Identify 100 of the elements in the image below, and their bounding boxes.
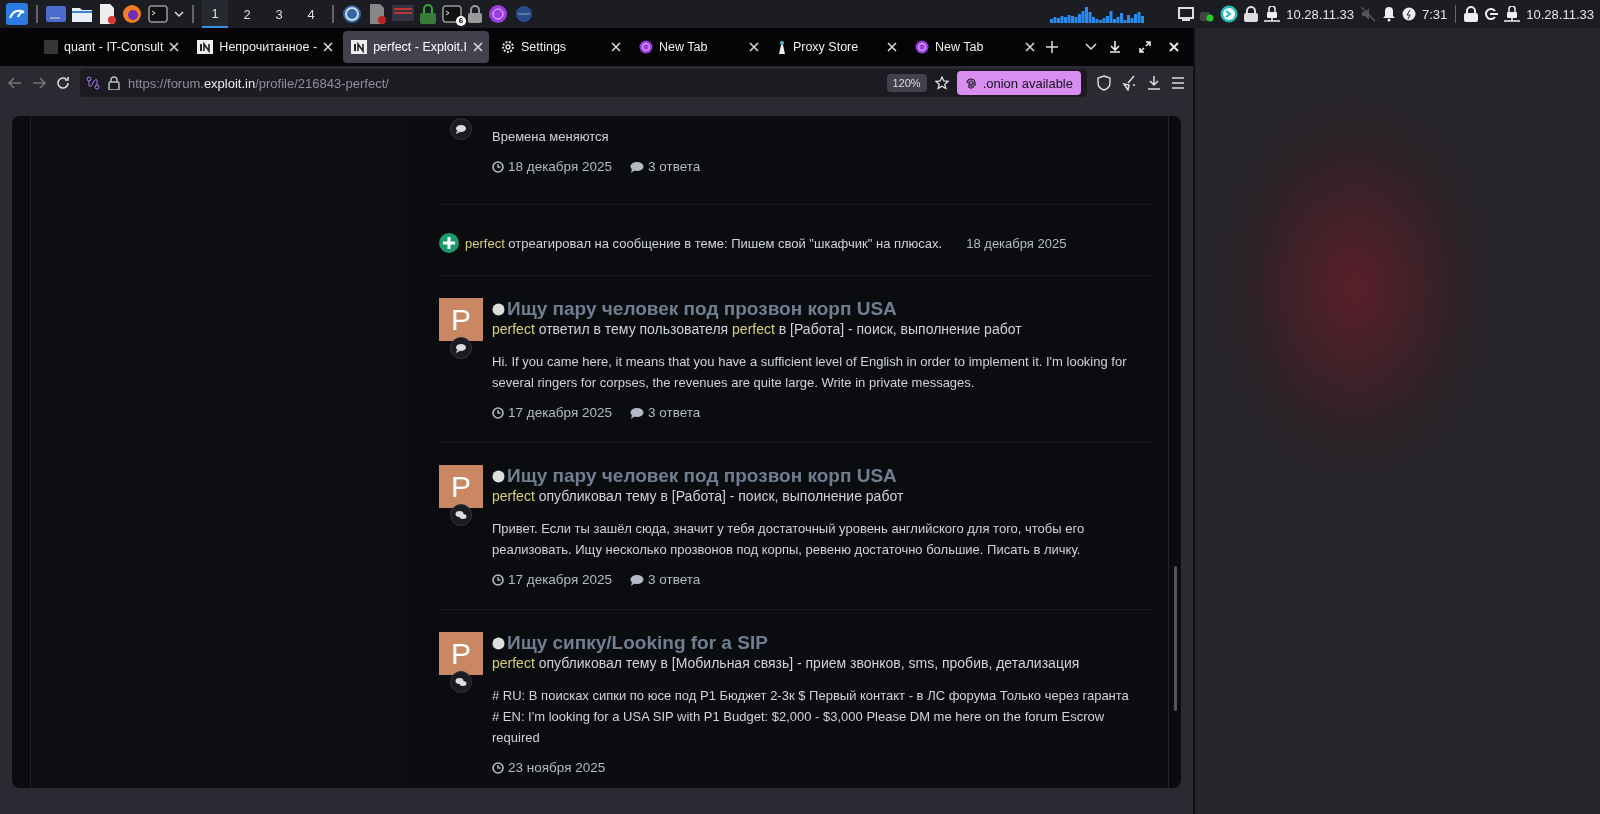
tab-title: Settings [520,40,568,54]
globe-icon[interactable] [342,4,362,24]
user-link[interactable]: perfect [492,655,535,671]
user-link[interactable]: perfect [732,321,775,337]
reaction-text: perfect отреагировал на сообщение в теме: Пишем свой "шкафчик" на плюсах. [465,235,943,251]
onion-icon [914,40,929,54]
dot-icon [492,636,505,650]
zoom-level[interactable]: 120% [886,74,927,92]
avatar: P [439,632,483,675]
post-excerpt: Привет. Если ты зашёл сюда, значит у тебя достаточный уровень английского для того, чтобы его реализовать. Ищу несколько прозвонов под корпы, ревеню достаточно большие. Писать в личку. [492,520,1086,559]
post-date: 23 ноября 2025 [492,760,606,775]
close-icon[interactable] [610,42,621,52]
workspace-button[interactable]: 1 [202,0,228,28]
browser-icon[interactable] [122,4,142,24]
back-arrow-icon[interactable] [8,77,22,89]
clock-icon [492,573,504,586]
post-date: 17 декабря 2025 [492,405,613,420]
browser-tab[interactable]: Settings [492,31,627,63]
plus-icon[interactable] [1044,40,1059,54]
settings-icon [500,40,515,54]
topic-title-link[interactable]: Ищу пару человек под прозвон корп USA [507,465,897,487]
post-excerpt: Hi. If you came here, it means that you have a sufficient level of English in order to implement it. I'm looking for several ringers for corpses, the revenues are quite large. Write in private messages. [492,353,1128,392]
avatar: P [439,298,483,341]
avatar: P [439,465,483,508]
logout-icon[interactable] [1484,7,1499,21]
speech-bubbles-icon [450,504,472,526]
terminal-icon[interactable] [148,5,168,23]
close-icon[interactable] [472,42,483,52]
reply-count[interactable]: 3 ответа [630,572,701,587]
clock-icon [492,761,504,774]
download-icon[interactable] [1109,41,1121,53]
square-icon [44,40,58,54]
user-link[interactable]: perfect [492,488,535,504]
folder-icon[interactable] [72,6,92,22]
shield-icon[interactable] [1097,75,1111,91]
browser-tab[interactable]: Proxy Store [768,31,903,63]
onion-icon [638,40,653,54]
reply-count[interactable]: 3 ответа [630,159,701,174]
speech-bubble-icon [450,118,472,140]
reply-count[interactable]: 3 ответа [630,405,701,420]
network-lock-icon[interactable] [1264,6,1281,22]
onion-available-button[interactable]: .onion available [956,71,1081,95]
download-icon[interactable] [1147,76,1161,90]
address-bar[interactable]: https://forum.exploit.in/profile/216843-perfect/ 120% .onion available [80,69,1087,97]
ip-address: 10.28.11.33 [1286,6,1354,22]
forward-arrow-icon[interactable] [32,77,46,89]
activity-date: 18 декабря 2025 [966,235,1067,251]
document-icon[interactable] [98,4,116,24]
tab-title: Proxy Store [792,40,860,54]
browser-tab[interactable]: New Tab [906,31,1041,63]
star-icon[interactable] [934,76,949,90]
post-excerpt: # RU: В поисках сипки по юсе под P1 Бюджет 2-3к $ Первый контакт - в ЛС форума Только через гаранта # EN: I'm looking for a USA SIP with P1 Budget: $2,000 - $3,000 Please DM me here on the forum Escrow required [492,687,1130,747]
close-icon[interactable] [1024,42,1035,52]
reload-icon[interactable] [56,76,70,90]
tab-title: perfect - Exploit.I [373,40,467,54]
workspace-button[interactable]: 3 [266,0,292,28]
close-icon[interactable] [886,42,897,52]
close-icon[interactable] [748,42,759,52]
post-date: 17 декабря 2025 [492,572,613,587]
figure-icon [776,40,787,54]
chat-icon [630,160,645,173]
activity-description: perfect ответил в тему пользователя perfect в [Работа] - поиск, выполнение работ [492,321,1023,337]
workspace-button[interactable]: 2 [234,0,260,28]
topic-title-link[interactable]: Ищу пару человек под прозвон корп USA [507,298,897,320]
menu-icon[interactable] [1171,77,1185,89]
topic-title-link[interactable]: Ищу сипку/Looking for a SIP [507,632,768,654]
activity-description: perfect опубликовал тему в [Мобильная связь] - прием звонков, sms, пробив, детализация [492,655,1081,671]
tab-title: New Tab [934,40,985,54]
workspace-button[interactable]: 4 [298,0,324,28]
terminal-icon[interactable] [442,5,462,23]
onion-icon[interactable] [488,4,508,24]
site-logo-icon [197,40,214,54]
clock: 7:31 [1421,6,1448,22]
close-icon[interactable] [1169,42,1179,52]
browser-tab[interactable]: Непрочитанное - [189,31,340,63]
browser-tab[interactable]: New Tab [630,31,765,63]
user-link[interactable]: perfect [465,235,505,251]
network-lock-icon[interactable] [1504,6,1521,22]
tab-title: quant - IT-Consult [64,40,164,54]
user-link[interactable]: perfect [492,321,535,337]
close-icon[interactable] [169,42,180,52]
close-icon[interactable] [323,42,334,52]
dot-icon [492,469,505,483]
chevron-down-icon[interactable] [1084,43,1097,51]
ip-address: 10.28.11.33 [1526,6,1594,22]
site-logo-icon [351,40,368,54]
post-date: 18 декабря 2025 [492,159,613,174]
browser-tab[interactable]: quant - IT-Consult [36,31,186,63]
url-text: https://forum.exploit.in/profile/216843-perfect/ [128,75,389,91]
post-excerpt: Времена меняются [492,128,610,146]
plus-circle-icon [439,233,459,253]
browser-tab[interactable]: perfect - Exploit.I [343,31,489,63]
chevron-down-icon[interactable] [174,10,184,18]
scrollbar-thumb[interactable] [1173,566,1177,711]
desktop-icon[interactable] [46,6,66,22]
clock-icon [492,406,504,419]
expand-icon[interactable] [1139,41,1151,53]
tab-title: New Tab [658,40,709,54]
speech-bubbles-icon [450,671,472,693]
bell-icon[interactable] [1381,6,1396,22]
